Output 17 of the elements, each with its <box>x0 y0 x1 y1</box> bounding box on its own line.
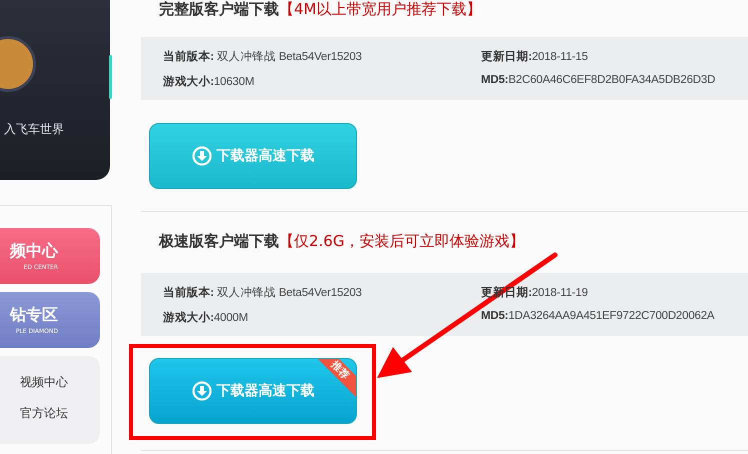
download-icon <box>192 381 212 401</box>
download-button[interactable]: 下载器高速下载 <box>149 123 357 189</box>
sidebar-link[interactable]: 官方论坛 <box>20 405 100 422</box>
download-icon <box>192 146 212 166</box>
date-text: 更新日期:2018-11-15 <box>481 49 589 64</box>
section-title: 极速版客户端下载【仅2.6G，安装后可立即体验游戏】 <box>159 232 524 250</box>
section-title: 完整版客户端下载【4M以上带宽用户推荐下载】 <box>159 0 482 18</box>
download-button[interactable]: 下载器高速下载 推荐 <box>149 358 357 424</box>
md5-text: MD5:1DA3264AA9A451EF9722C700D20062A <box>481 310 716 324</box>
sidebar-link[interactable]: 视频中心 <box>20 374 100 391</box>
version-text: 当前版本: 双人冲锋战 Beta54Ver15203 <box>163 49 363 64</box>
size-text: 游戏大小:10630M <box>163 74 256 88</box>
md5-text: MD5:B2C60A46C6EF8D2B0FA34A5DB26D3D <box>481 74 716 88</box>
edge-indicator-icon <box>109 55 112 99</box>
version-text: 当前版本: 双人冲锋战 Beta54Ver15203 <box>163 285 363 300</box>
profile-caption: 入飞车世界 <box>4 121 64 138</box>
size-text: 游戏大小:4000M <box>163 310 250 324</box>
